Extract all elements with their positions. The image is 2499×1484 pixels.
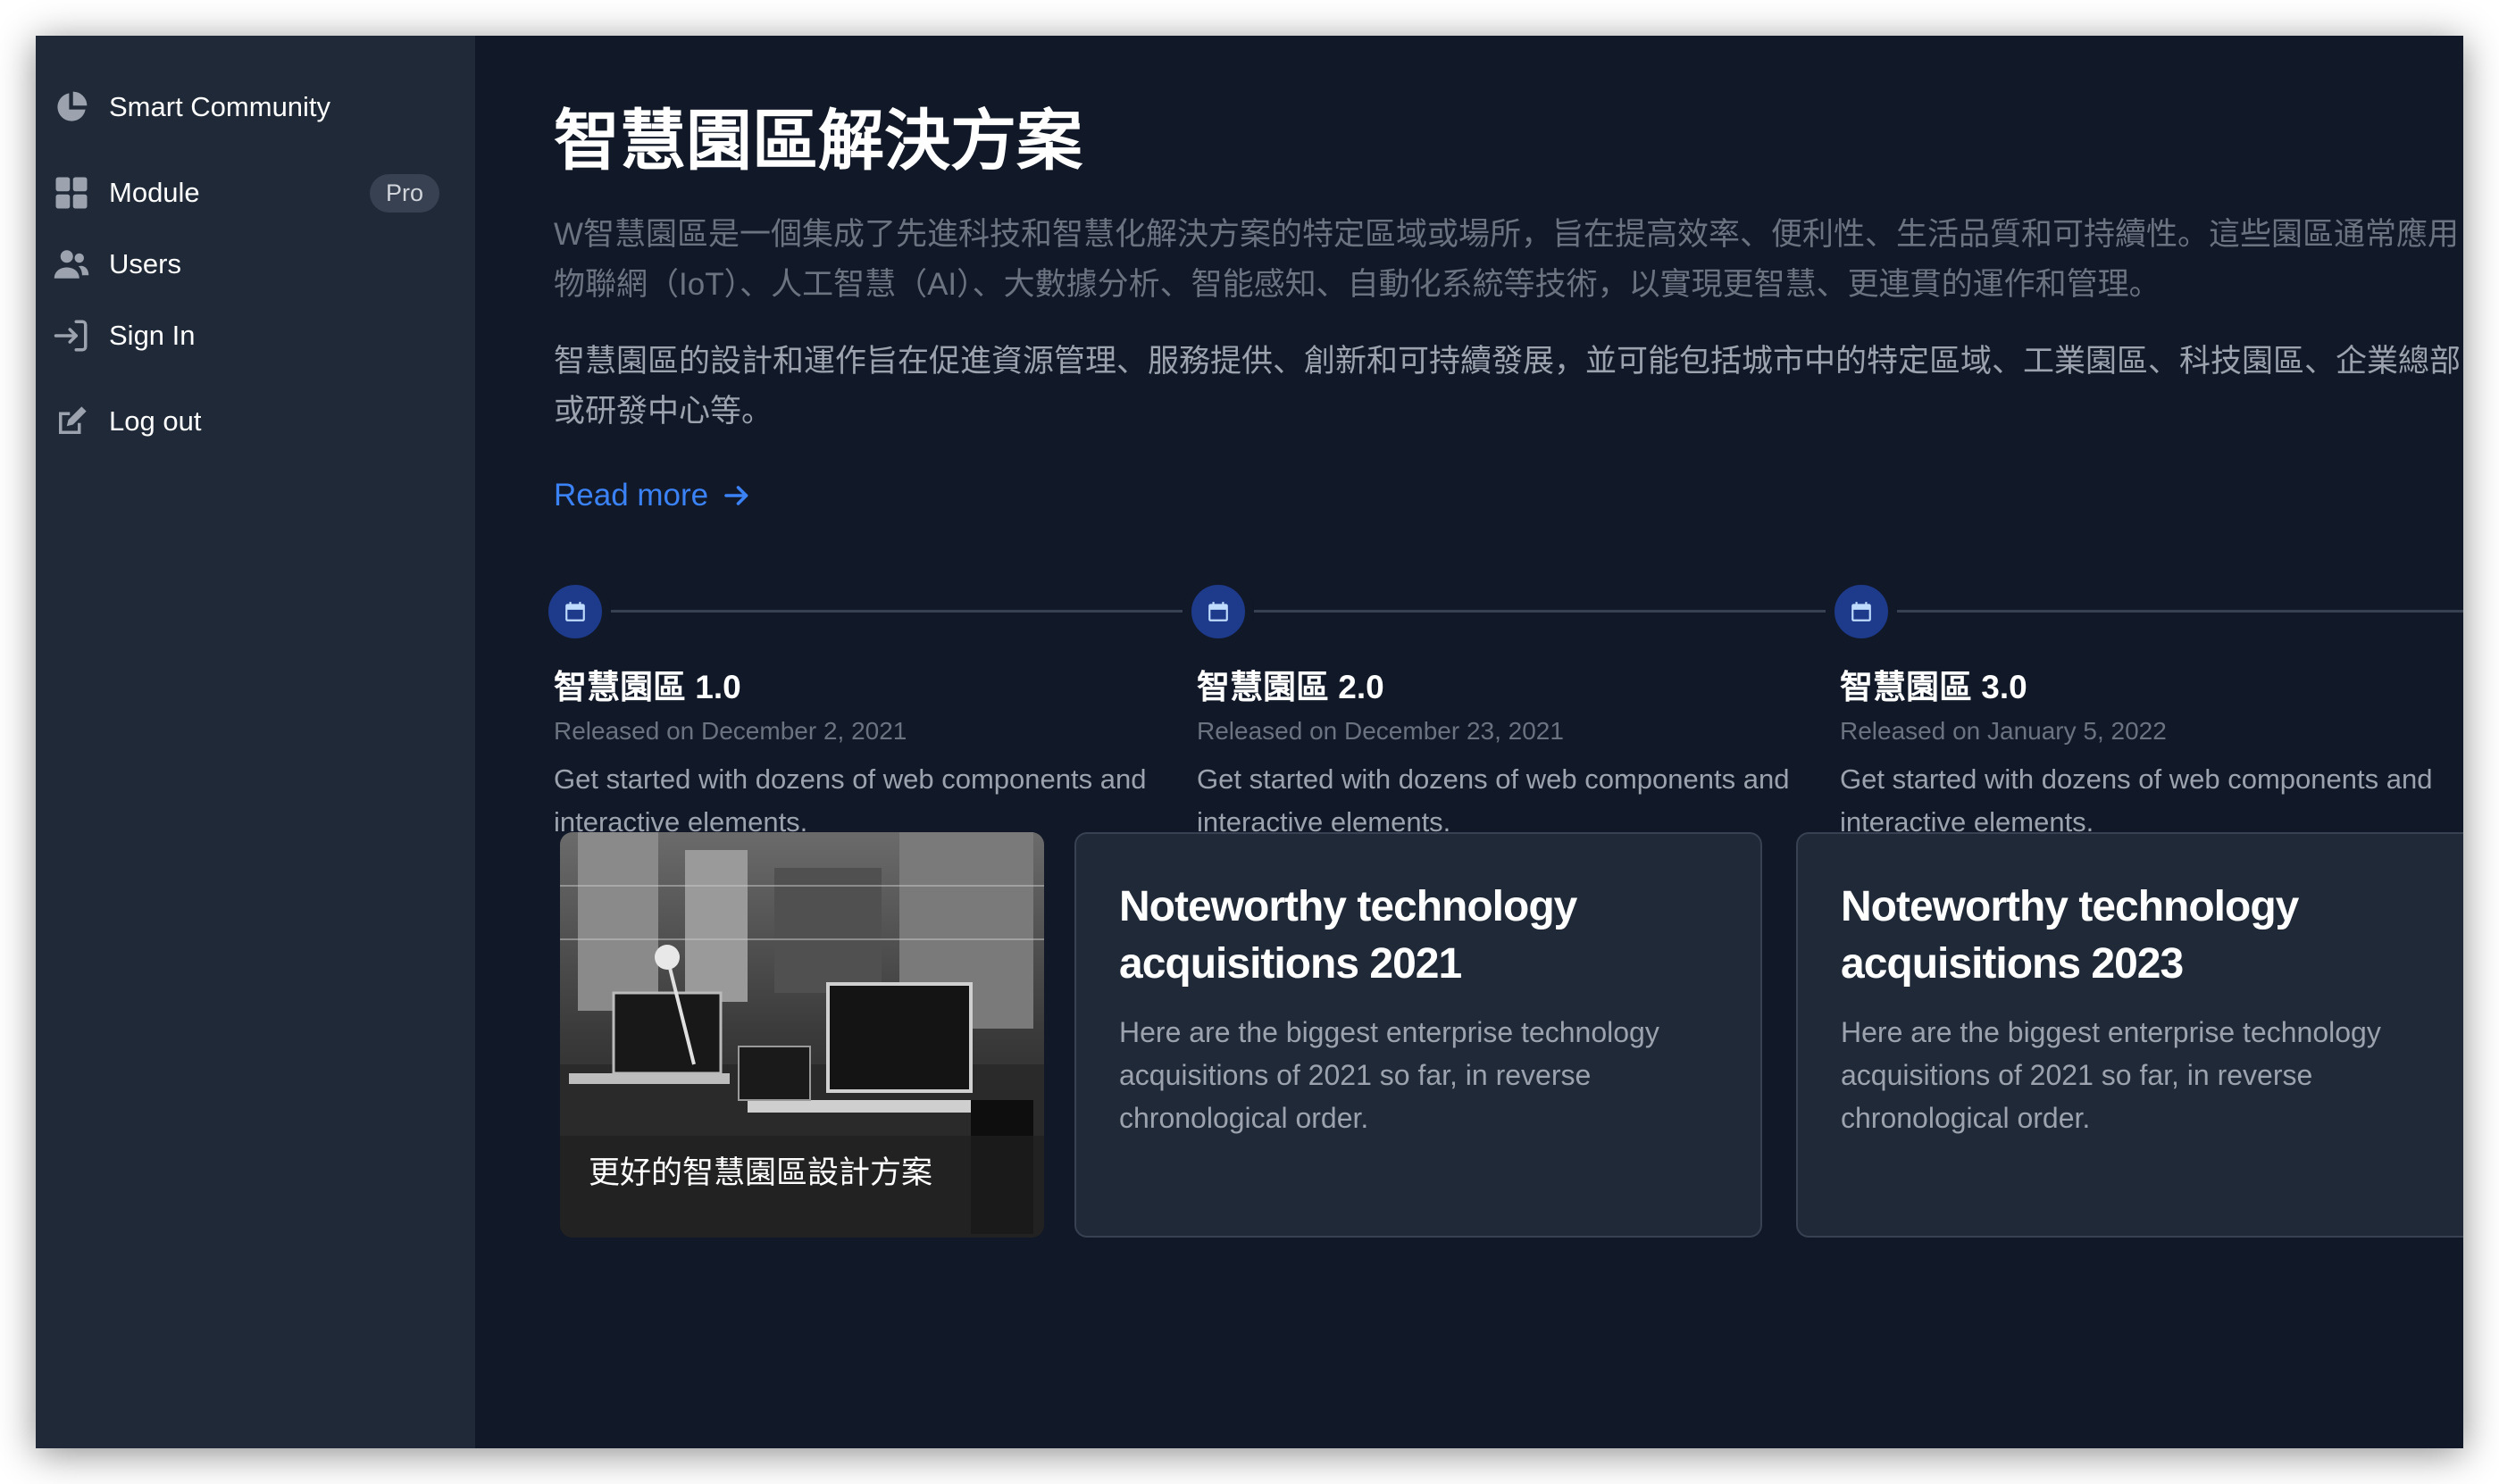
sidebar-item-label: Smart Community (109, 91, 331, 122)
calendar-icon (1826, 576, 1897, 647)
calendar-icon (1183, 576, 1254, 647)
sidebar-item-label: Sign In (109, 320, 196, 351)
timeline-description: Get started with dozens of web component… (1197, 763, 1790, 838)
pie-chart-icon (52, 88, 91, 127)
sidebar-item-smart-community[interactable]: Smart Community (36, 71, 475, 143)
sidebar-item-users[interactable]: Users (36, 229, 475, 300)
read-more-label: Read more (554, 478, 709, 513)
timeline-title: 智慧園區 1.0 (554, 669, 741, 705)
pro-badge: Pro (369, 173, 439, 213)
timeline-title: 智慧園區 2.0 (1197, 669, 1384, 705)
edit-icon (52, 402, 91, 441)
calendar-icon (539, 576, 611, 647)
sidebar: Smart Community Module Pro Users Sign In (36, 36, 475, 1448)
timeline-item: 智慧園區 1.0 Released on December 2, 2021 Ge… (539, 576, 1147, 844)
photo-card[interactable]: 更好的智慧園區設計方案 (560, 832, 1044, 1238)
timeline-description: Get started with dozens of web component… (554, 763, 1147, 838)
page-title: 智慧園區解決方案 (554, 104, 1082, 178)
card-title: Noteworthy technology acquisitions 2023 (1841, 883, 2299, 988)
sidebar-item-label: Users (109, 248, 181, 279)
timeline-date: Released on December 23, 2021 (1197, 717, 1564, 745)
timeline-title: 智慧園區 3.0 (1840, 669, 2027, 705)
arrow-right-icon (724, 486, 748, 505)
sidebar-item-module[interactable]: Module Pro (36, 157, 475, 229)
card-description: Here are the biggest enterprise technolo… (1119, 1016, 1659, 1134)
sign-in-icon (52, 316, 91, 355)
cards-row: 更好的智慧園區設計方案 Noteworthy technology acquis… (560, 832, 2463, 1238)
timeline-date: Released on January 5, 2022 (1840, 717, 2167, 745)
sidebar-item-log-out[interactable]: Log out (36, 386, 475, 457)
timeline-item: 智慧園區 3.0 Released on January 5, 2022 Get… (1826, 576, 2433, 844)
app-window: Smart Community Module Pro Users Sign In (36, 36, 2463, 1448)
card-title: Noteworthy technology acquisitions 2021 (1119, 883, 1577, 988)
sidebar-item-label: Module (109, 177, 200, 208)
timeline-item: 智慧園區 2.0 Released on December 23, 2021 G… (1183, 576, 1790, 844)
photo-caption: 更好的智慧園區設計方案 (589, 1155, 933, 1190)
intro-paragraph-secondary: 智慧園區的設計和運作旨在促進資源管理、服務提供、創新和可持續發展，並可能包括城市… (554, 344, 2461, 429)
sidebar-item-sign-in[interactable]: Sign In (36, 300, 475, 371)
timeline-description: Get started with dozens of web component… (1840, 763, 2433, 838)
users-icon (52, 245, 91, 284)
info-card[interactable]: Noteworthy technology acquisitions 2023 … (1796, 832, 2463, 1238)
release-timeline: 智慧園區 1.0 Released on December 2, 2021 Ge… (539, 576, 2463, 844)
grid-icon (52, 173, 91, 213)
sidebar-item-label: Log out (109, 405, 202, 437)
intro-paragraph: W智慧園區是一個集成了先進科技和智慧化解決方案的特定區域或場所，旨在提高效率、便… (554, 217, 2460, 302)
timeline-date: Released on December 2, 2021 (554, 717, 907, 745)
card-description: Here are the biggest enterprise technolo… (1841, 1016, 2381, 1134)
info-card[interactable]: Noteworthy technology acquisitions 2021 … (1074, 832, 1762, 1238)
read-more-link[interactable]: Read more (554, 478, 753, 513)
